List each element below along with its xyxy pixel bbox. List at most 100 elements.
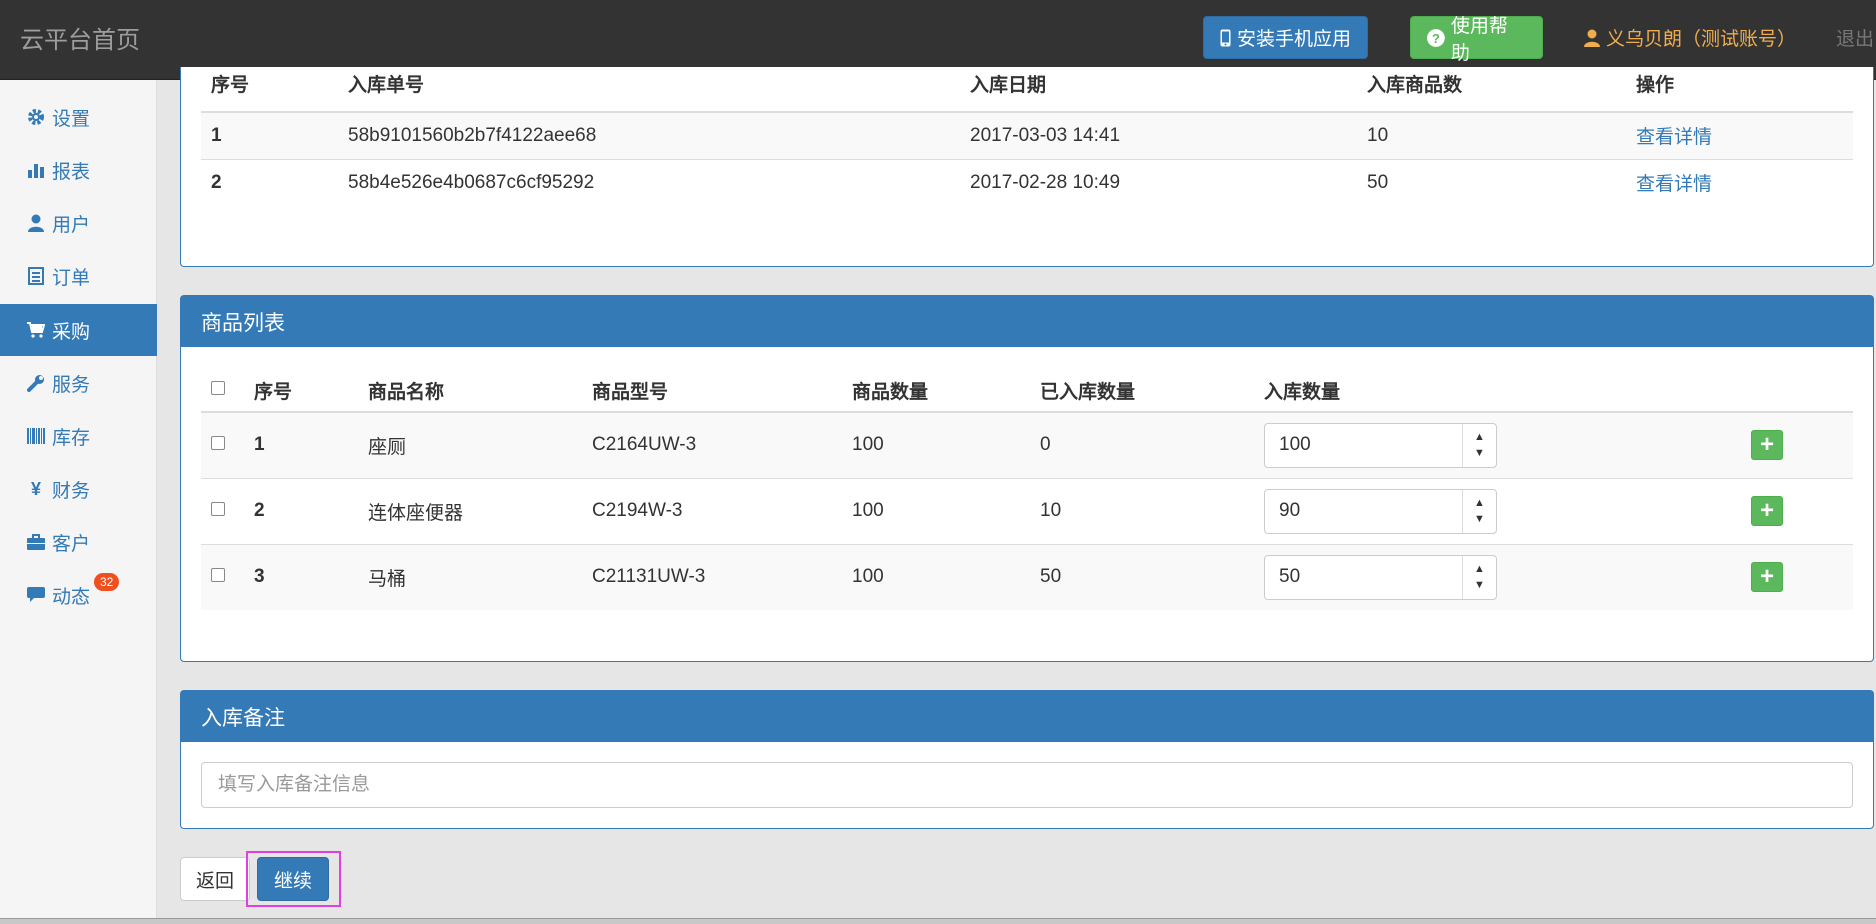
stepper-down-icon[interactable]: ▼ — [1474, 445, 1485, 461]
barcode-icon — [26, 428, 46, 444]
inbound-records-table: 序号 入库单号 入库日期 入库商品数 操作 1 58b9101560b2b7f4… — [201, 67, 1853, 206]
install-app-button[interactable]: 安装手机应用 — [1203, 16, 1368, 59]
row-index: 3 — [244, 543, 358, 610]
comment-icon — [26, 587, 46, 603]
stepper-arrows[interactable]: ▲ ▼ — [1462, 489, 1496, 533]
stepper-arrows[interactable]: ▲ ▼ — [1462, 555, 1496, 599]
view-details-link[interactable]: 查看详情 — [1636, 127, 1712, 148]
help-button[interactable]: ? 使用帮助 — [1410, 16, 1543, 64]
product-quantity: 100 — [842, 411, 1030, 478]
panel-title: 商品列表 — [181, 296, 1873, 347]
row-checkbox[interactable] — [211, 502, 225, 516]
sidebar-item-label: 动态 — [52, 586, 91, 608]
stepper-down-icon[interactable]: ▼ — [1474, 511, 1485, 527]
install-app-label: 安装手机应用 — [1237, 29, 1352, 50]
column-header: 商品型号 — [582, 369, 842, 413]
stepper-up-icon[interactable]: ▲ — [1474, 561, 1485, 577]
row-index: 2 — [201, 158, 338, 206]
stepper-up-icon[interactable]: ▲ — [1474, 429, 1485, 445]
inbound-date: 2017-03-03 14:41 — [960, 111, 1357, 159]
add-row-button[interactable]: + — [1751, 430, 1783, 461]
row-checkbox[interactable] — [211, 568, 225, 583]
sidebar-item-label: 设置 — [52, 108, 91, 130]
sidebar-item-orders[interactable]: 订单 — [0, 250, 157, 302]
column-header: 序号 — [201, 67, 338, 113]
sidebar-item-purchase[interactable]: 采购 — [0, 304, 157, 356]
sidebar-item-label: 客户 — [52, 533, 91, 555]
column-header: 商品数量 — [842, 369, 1030, 413]
sidebar: 设置 报表 用户 订单 采购 服务 库存 ¥ 财务 客户 动态 32 — [0, 80, 157, 924]
sidebar-item-settings[interactable]: 设置 — [0, 91, 157, 143]
svg-text:?: ? — [1432, 30, 1440, 45]
product-model: C2164UW-3 — [582, 411, 842, 478]
stepper-down-icon[interactable]: ▼ — [1474, 577, 1485, 593]
back-button[interactable]: 返回 — [180, 857, 250, 901]
sidebar-item-label: 采购 — [52, 321, 91, 343]
sidebar-item-users[interactable]: 用户 — [0, 197, 157, 249]
inbound-quantity-value[interactable]: 90 — [1265, 500, 1462, 522]
column-header: 已入库数量 — [1030, 369, 1254, 413]
brand-home-link[interactable]: 云平台首页 — [20, 20, 140, 55]
sidebar-item-reports[interactable]: 报表 — [0, 144, 157, 196]
row-index: 1 — [244, 411, 358, 478]
inbound-quantity-stepper[interactable]: 90 ▲ ▼ — [1264, 488, 1497, 534]
mobile-phone-icon — [1220, 29, 1231, 46]
inbound-count: 10 — [1357, 111, 1626, 159]
select-all-checkbox[interactable] — [211, 381, 225, 395]
gear-icon — [26, 108, 46, 126]
plus-icon: + — [1759, 497, 1774, 524]
continue-button[interactable]: 继续 — [257, 857, 329, 901]
stepper-arrows[interactable]: ▲ ▼ — [1462, 423, 1496, 467]
help-label: 使用帮助 — [1450, 15, 1508, 64]
logout-link[interactable]: 退出 — [1836, 24, 1874, 51]
column-header: 入库单号 — [338, 67, 960, 113]
column-header: 商品名称 — [358, 369, 582, 413]
remark-input[interactable] — [201, 762, 1853, 808]
sidebar-item-inventory[interactable]: 库存 — [0, 410, 157, 462]
briefcase-icon — [26, 534, 46, 550]
sidebar-item-label: 报表 — [52, 161, 91, 183]
received-quantity: 50 — [1030, 543, 1254, 610]
column-header: 入库日期 — [960, 67, 1357, 113]
table-row: 3 马桶 C21131UW-3 100 50 50 ▲ ▼ + — [201, 543, 1853, 610]
row-checkbox[interactable] — [211, 436, 225, 451]
taskbar-strip — [0, 918, 1876, 924]
yen-icon: ¥ — [30, 478, 41, 499]
sidebar-item-label: 用户 — [52, 214, 91, 236]
sidebar-item-customers[interactable]: 客户 — [0, 516, 157, 568]
sidebar-item-activity[interactable]: 动态 32 — [0, 569, 157, 621]
column-header: 操作 — [1626, 67, 1853, 113]
column-header: 入库商品数 — [1357, 67, 1626, 113]
table-header-row: 序号 商品名称 商品型号 商品数量 已入库数量 入库数量 — [201, 369, 1853, 413]
panel-title: 入库备注 — [181, 691, 1873, 742]
product-quantity: 100 — [842, 477, 1030, 544]
add-row-button[interactable]: + — [1751, 496, 1783, 526]
sidebar-item-label: 服务 — [52, 374, 91, 396]
column-header: 序号 — [244, 369, 358, 413]
column-header: 入库数量 — [1254, 369, 1741, 413]
sidebar-item-service[interactable]: 服务 — [0, 357, 157, 409]
user-icon — [26, 214, 46, 232]
inbound-quantity-value[interactable]: 100 — [1265, 434, 1462, 456]
plus-icon: + — [1759, 563, 1774, 591]
product-model: C21131UW-3 — [582, 543, 842, 610]
table-row: 2 58b4e526e4b0687c6cf95292 2017-02-28 10… — [201, 158, 1853, 206]
sidebar-item-label: 订单 — [52, 267, 91, 289]
row-index: 1 — [201, 111, 338, 159]
row-index: 2 — [244, 477, 358, 544]
product-model: C2194W-3 — [582, 477, 842, 544]
sidebar-item-label: 库存 — [52, 427, 91, 449]
sidebar-item-label: 财务 — [52, 480, 91, 502]
question-circle-icon: ? — [1427, 28, 1445, 47]
add-row-button[interactable]: + — [1751, 562, 1783, 593]
sidebar-item-finance[interactable]: ¥ 财务 — [0, 463, 157, 515]
view-details-link[interactable]: 查看详情 — [1636, 174, 1712, 195]
product-name: 连体座便器 — [358, 477, 582, 544]
inbound-quantity-stepper[interactable]: 50 ▲ ▼ — [1264, 554, 1497, 600]
list-icon — [26, 267, 46, 285]
inbound-quantity-value[interactable]: 50 — [1265, 566, 1462, 588]
product-name: 马桶 — [358, 543, 582, 610]
inbound-quantity-stepper[interactable]: 100 ▲ ▼ — [1264, 422, 1497, 468]
stepper-up-icon[interactable]: ▲ — [1474, 495, 1485, 511]
user-account-link[interactable]: 义乌贝朗（测试账号） — [1584, 24, 1796, 51]
